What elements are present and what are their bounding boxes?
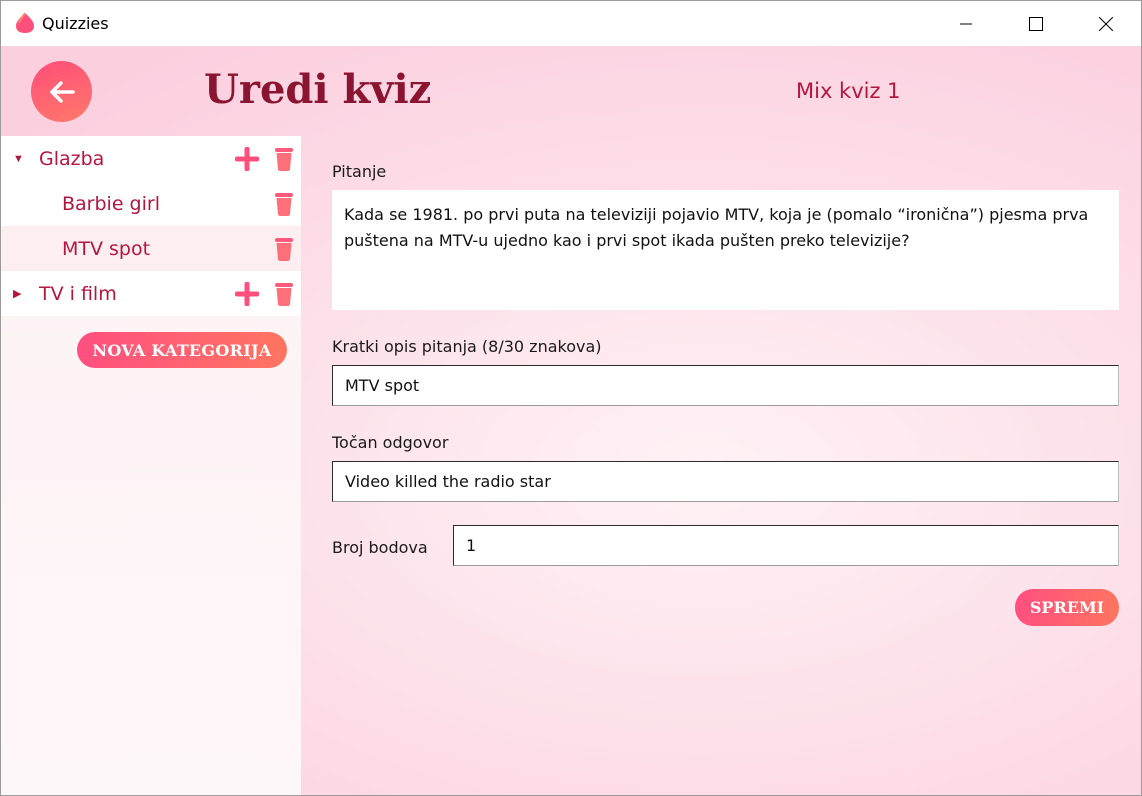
trash-icon[interactable] bbox=[275, 237, 293, 261]
quiz-name: Mix kviz 1 bbox=[796, 79, 901, 103]
caret-right-icon[interactable]: ▶ bbox=[13, 287, 21, 300]
title-bar: Quizzies bbox=[1, 1, 1141, 46]
category-label: Glazba bbox=[39, 147, 105, 170]
points-input[interactable]: 1 bbox=[453, 525, 1119, 566]
app-logo-icon bbox=[16, 12, 34, 33]
plus-icon[interactable] bbox=[235, 146, 259, 171]
question-field-label: Pitanje bbox=[332, 162, 387, 181]
maximize-icon bbox=[1029, 16, 1043, 31]
trash-icon[interactable] bbox=[275, 147, 293, 171]
caret-down-icon[interactable]: ▼ bbox=[13, 153, 24, 165]
client-area: Uredi kviz Mix kviz 1 ▼ Glazba Barbie gi… bbox=[1, 46, 1141, 795]
points-value: 1 bbox=[466, 536, 477, 555]
category-row-tv-i-film[interactable]: ▶ TV i film bbox=[1, 271, 301, 316]
short-description-label: Kratki opis pitanja (8/30 znakova) bbox=[332, 337, 602, 356]
question-label: Barbie girl bbox=[62, 192, 160, 215]
minimize-icon bbox=[960, 23, 972, 24]
plus-icon[interactable] bbox=[235, 281, 259, 306]
correct-answer-input[interactable]: Video killed the radio star bbox=[332, 461, 1119, 502]
save-button[interactable]: SPREMI bbox=[1015, 589, 1119, 626]
arrow-left-icon bbox=[49, 80, 75, 103]
back-button[interactable] bbox=[31, 61, 92, 122]
new-category-button[interactable]: NOVA KATEGORIJA bbox=[77, 332, 287, 368]
close-button[interactable] bbox=[1071, 1, 1141, 46]
window-title: Quizzies bbox=[42, 14, 109, 33]
trash-icon[interactable] bbox=[275, 192, 293, 216]
category-label: TV i film bbox=[39, 282, 117, 305]
question-row-mtv-spot[interactable]: MTV spot bbox=[1, 226, 301, 271]
short-description-input[interactable]: MTV spot bbox=[332, 365, 1119, 406]
maximize-button[interactable] bbox=[1001, 1, 1071, 46]
app-window: Quizzies Uredi kviz Mix kviz 1 ▼ Glazba bbox=[0, 0, 1142, 796]
trash-icon[interactable] bbox=[275, 282, 293, 306]
question-row-barbie-girl[interactable]: Barbie girl bbox=[1, 181, 301, 226]
question-label: MTV spot bbox=[62, 237, 151, 260]
category-row-glazba[interactable]: ▼ Glazba bbox=[1, 136, 301, 181]
short-description-value: MTV spot bbox=[345, 376, 420, 395]
correct-answer-label: Točan odgovor bbox=[332, 433, 449, 452]
question-textarea[interactable]: Kada se 1981. po prvi puta na televiziji… bbox=[332, 190, 1119, 310]
correct-answer-value: Video killed the radio star bbox=[345, 472, 551, 491]
page-title: Uredi kviz bbox=[204, 66, 432, 113]
close-icon bbox=[1099, 16, 1113, 31]
category-sidebar: ▼ Glazba Barbie girl MTV spot ▶ TV i fil… bbox=[1, 136, 301, 795]
minimize-button[interactable] bbox=[931, 1, 1001, 46]
points-label: Broj bodova bbox=[332, 538, 428, 557]
